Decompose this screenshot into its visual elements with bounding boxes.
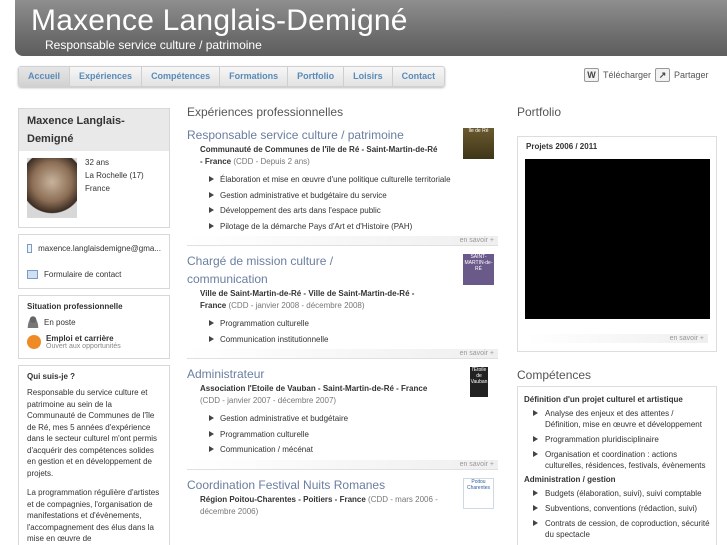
more-link[interactable]: en savoir +	[187, 459, 498, 469]
skills-title: Compétences	[517, 368, 592, 382]
header-name: Maxence Langlais-Demigné	[31, 4, 408, 37]
job-logo: l'Étoile de Vauban	[470, 367, 488, 397]
share-icon: ↗	[655, 68, 670, 82]
portfolio-more-link[interactable]: en savoir +	[526, 334, 708, 343]
status-row: En poste	[19, 313, 169, 331]
situation-title: Situation professionnelle	[27, 302, 123, 311]
skill-item: Budgets (élaboration, suivi), suivi comp…	[532, 488, 710, 499]
word-document-icon: W	[584, 68, 599, 82]
job-logo: Île de Ré	[463, 128, 494, 159]
tab-accueil[interactable]: Accueil	[19, 67, 71, 86]
job-org: Association l'Etoile de Vauban - Saint-M…	[200, 384, 428, 393]
share-label: Partager	[674, 70, 709, 80]
share-link[interactable]: ↗ Partager	[655, 68, 709, 82]
tab-loisirs[interactable]: Loisirs	[344, 67, 393, 86]
job-dates: (CDD - janvier 2007 - décembre 2007)	[200, 396, 337, 405]
header-banner: Maxence Langlais-Demigné Responsable ser…	[15, 0, 727, 56]
job-item: Poitou Charentes Coordination Festival N…	[187, 476, 498, 518]
job-item: Île de Ré Responsable service culture / …	[187, 126, 498, 246]
job-logo: Poitou Charentes	[463, 477, 494, 509]
about-card: Qui suis-je ? Responsable du service cul…	[18, 365, 170, 545]
person-icon	[27, 316, 39, 328]
more-link[interactable]: en savoir +	[187, 236, 498, 245]
skills-group-title: Définition d'un projet culturel et artis…	[524, 395, 683, 404]
mail-icon	[27, 244, 33, 253]
skills-card: Définition d'un projet culturel et artis…	[517, 386, 717, 545]
situation-card: Situation professionnelle En poste Emplo…	[18, 295, 170, 359]
profile-card: Maxence Langlais-Demigné 32 ans La Roche…	[18, 108, 170, 228]
portfolio-title: Portfolio	[517, 105, 562, 119]
about-paragraph-2: La programmation régulière d'artistes et…	[27, 488, 160, 543]
email-link[interactable]: maxence.langlaisdemigne@gma...	[19, 235, 169, 258]
contact-form-link[interactable]: Formulaire de contact	[19, 258, 169, 288]
portfolio-column: Projets 2006 / 2011 en savoir + Compéten…	[517, 126, 717, 545]
job-task: Communication institutionnelle	[209, 332, 498, 348]
job-task: Programmation culturelle	[209, 427, 498, 443]
portfolio-video[interactable]	[525, 159, 710, 319]
main-nav: Accueil Expériences Compétences Formatio…	[18, 66, 446, 87]
job-task: Programmation culturelle	[209, 316, 498, 332]
experiences-list: Île de Ré Responsable service culture / …	[187, 126, 498, 524]
job-org: Région Poitou-Charentes - Poitiers - Fra…	[200, 494, 366, 504]
tab-competences[interactable]: Compétences	[142, 67, 221, 86]
job-item: SAINT-MARTIN-de-RÉ Chargé de mission cul…	[187, 252, 498, 359]
job-task: Gestion administrative et budgétaire du …	[209, 188, 498, 204]
job-task: Élaboration et mise en œuvre d'une polit…	[209, 172, 498, 188]
more-link[interactable]: en savoir +	[187, 349, 498, 358]
about-paragraph-1: Responsable du service culture et patrim…	[27, 388, 158, 478]
job-dates: (CDD - janvier 2008 - décembre 2008)	[228, 301, 365, 310]
profile-name: Maxence Langlais-Demigné	[19, 109, 169, 151]
job-status-row: Emploi et carrière Ouvert aux opportunit…	[19, 331, 169, 358]
profile-country: France	[85, 184, 110, 193]
about-title: Qui suis-je ?	[27, 372, 76, 381]
email-text: maxence.langlaisdemigne@gma...	[38, 244, 161, 253]
tab-portfolio[interactable]: Portfolio	[288, 67, 345, 86]
job-title[interactable]: Responsable service culture / patrimoine	[187, 126, 417, 144]
avatar	[27, 158, 77, 218]
download-label: Télécharger	[603, 70, 652, 80]
contact-card: maxence.langlaisdemigne@gma... Formulair…	[18, 234, 170, 289]
download-link[interactable]: W Télécharger	[584, 68, 651, 82]
job-status-icon	[27, 335, 41, 349]
job-title[interactable]: Chargé de mission culture / communicatio…	[187, 252, 417, 288]
skill-item: Organisation et coordination : actions c…	[532, 449, 710, 471]
skill-item: Analyse des enjeux et des attentes / Déf…	[532, 408, 710, 430]
skills-group-title: Administration / gestion	[524, 475, 616, 484]
header-role: Responsable service culture / patrimoine	[45, 38, 262, 52]
job-item: l'Étoile de Vauban Administrateur Associ…	[187, 365, 498, 470]
skill-item: Programmation pluridisciplinaire	[532, 434, 710, 445]
tab-formations[interactable]: Formations	[220, 67, 289, 86]
portfolio-card: Projets 2006 / 2011 en savoir +	[517, 136, 717, 352]
job-title[interactable]: Coordination Festival Nuits Romanes	[187, 476, 427, 494]
contact-form-text: Formulaire de contact	[44, 270, 122, 279]
tab-experiences[interactable]: Expériences	[70, 67, 143, 86]
job-task: Développement des arts dans l'espace pub…	[209, 203, 498, 219]
portfolio-subtitle: Projets 2006 / 2011	[526, 142, 598, 151]
experiences-title: Expériences professionnelles	[187, 105, 344, 119]
tab-contact[interactable]: Contact	[393, 67, 445, 86]
job-sub: Ouvert aux opportunités	[46, 343, 121, 350]
job-task: Pilotage de la démarche Pays d'Art et d'…	[209, 219, 498, 235]
sidebar: Maxence Langlais-Demigné 32 ans La Roche…	[18, 108, 170, 545]
form-icon	[27, 270, 38, 279]
job-title[interactable]: Administrateur	[187, 365, 417, 383]
status-text: En poste	[44, 317, 76, 327]
job-dates: (CDD - Depuis 2 ans)	[233, 157, 310, 166]
skill-item: Contrats de cession, de coproduction, sé…	[532, 518, 710, 540]
job-label: Emploi et carrière	[46, 334, 114, 343]
profile-age: 32 ans	[85, 158, 110, 167]
skill-item: Subventions, conventions (rédaction, sui…	[532, 503, 710, 514]
job-logo: SAINT-MARTIN-de-RÉ	[463, 254, 494, 285]
job-task: Gestion administrative et budgétaire	[209, 411, 498, 427]
job-task: Communication / mécénat	[209, 442, 498, 458]
profile-city: La Rochelle (17)	[85, 171, 144, 180]
